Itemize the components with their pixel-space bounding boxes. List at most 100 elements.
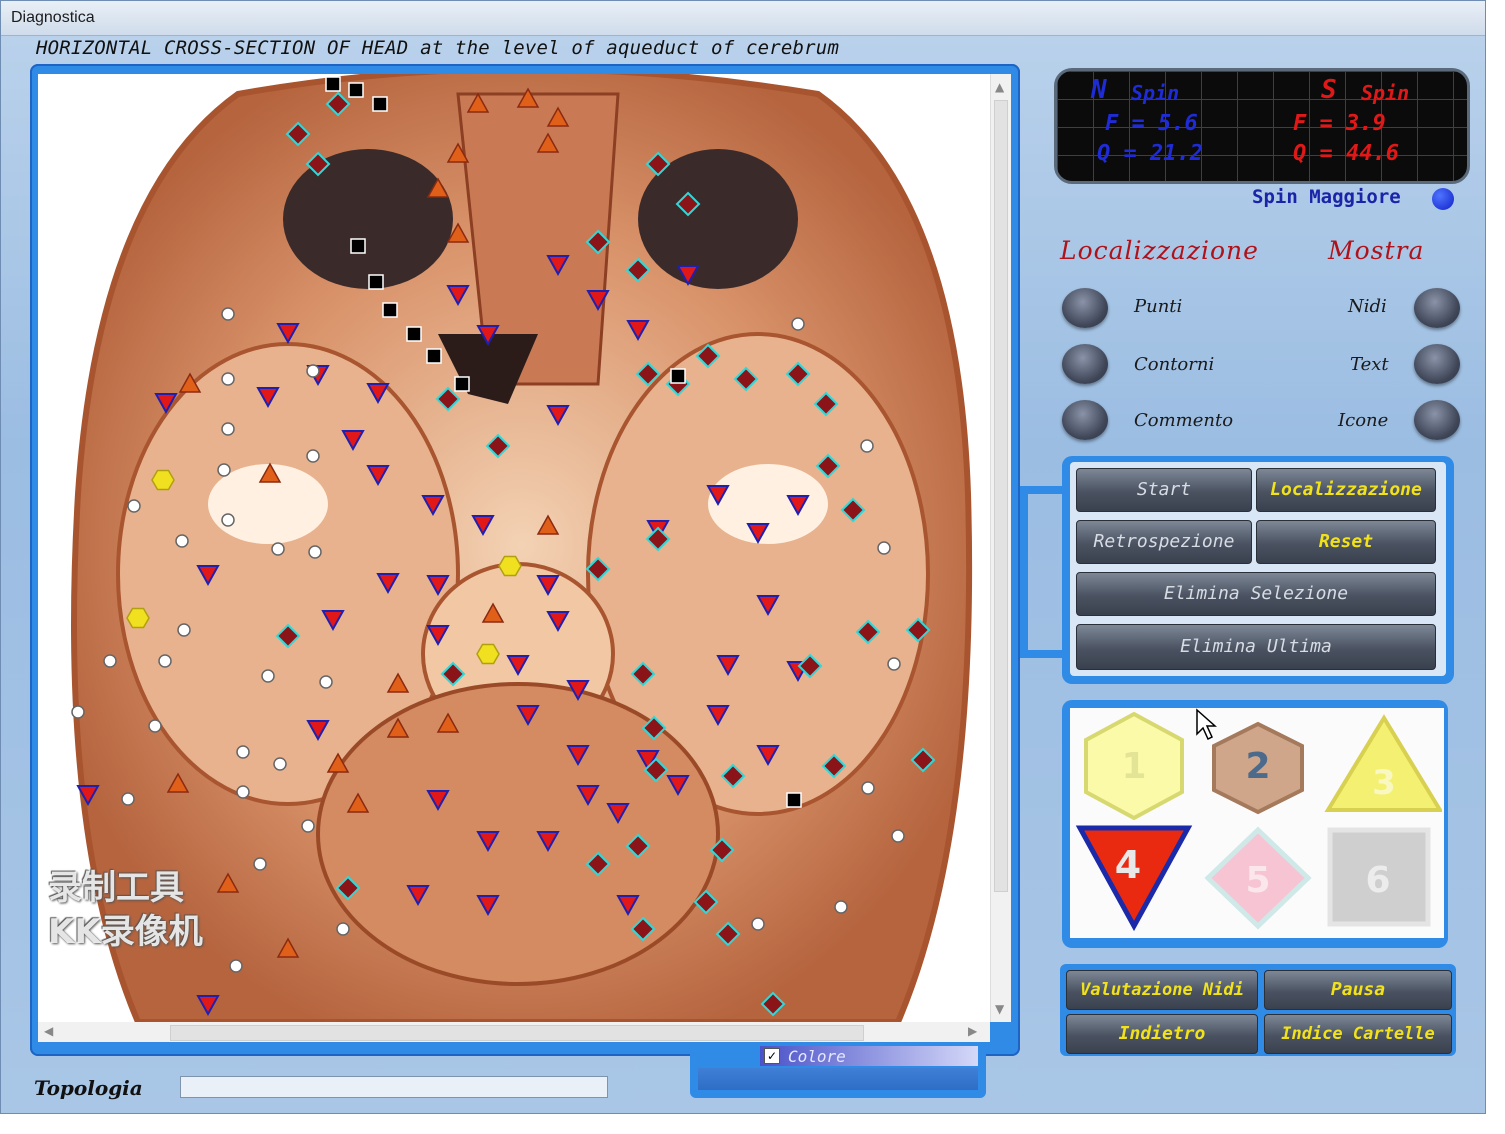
horizontal-scroll-thumb[interactable] — [170, 1025, 864, 1041]
scroll-down-arrow-icon[interactable]: ▼ — [995, 1002, 1004, 1016]
white-dot-marker — [877, 541, 891, 555]
white-dot-marker — [127, 499, 141, 513]
spin-maggiore-label: Spin Maggiore — [1252, 186, 1401, 208]
elimina-selezione-button[interactable]: Elimina Selezione — [1076, 572, 1436, 616]
elimina-ultima-button[interactable]: Elimina Ultima — [1076, 624, 1436, 670]
colore-label: Colore — [788, 1047, 846, 1066]
south-f-value: F = 3.9 — [1293, 111, 1386, 136]
spin-maggiore-indicator-icon — [1432, 188, 1454, 210]
watermark-line-1: 录制工具 — [48, 868, 184, 908]
white-dot-marker — [121, 792, 135, 806]
black-square-marker — [382, 302, 398, 318]
retrospezione-button[interactable]: Retrospezione — [1076, 520, 1252, 564]
window-title: Diagnostica — [11, 9, 95, 26]
text-toggle-icon[interactable] — [1414, 344, 1460, 384]
start-button[interactable]: Start — [1076, 468, 1252, 512]
south-q-value: Q = 44.6 — [1293, 141, 1399, 166]
yellow-hexagon-marker — [151, 469, 175, 491]
white-dot-marker — [834, 900, 848, 914]
white-dot-marker — [158, 654, 172, 668]
nidi-label: Nidi — [1348, 296, 1387, 317]
yellow-hexagon-marker — [476, 643, 500, 665]
reset-button[interactable]: Reset — [1256, 520, 1436, 564]
white-dot-marker — [148, 719, 162, 733]
icon-number-5: 5 — [1245, 860, 1270, 901]
punti-toggle-icon[interactable] — [1062, 288, 1108, 328]
colore-checkbox[interactable]: ✓ — [764, 1048, 780, 1064]
icone-toggle-icon[interactable] — [1414, 400, 1460, 440]
black-square-marker — [372, 96, 388, 112]
nidi-toggle-icon[interactable] — [1414, 288, 1460, 328]
white-dot-marker — [175, 534, 189, 548]
black-square-marker — [350, 238, 366, 254]
icon-number-1: 1 — [1121, 746, 1146, 787]
recorder-watermark: 录制工具 KK录像机 — [48, 866, 203, 954]
white-dot-marker — [271, 542, 285, 556]
white-dot-marker — [253, 857, 267, 871]
white-dot-marker — [236, 745, 250, 759]
pausa-button[interactable]: Pausa — [1264, 970, 1452, 1010]
white-dot-marker — [217, 463, 231, 477]
black-square-marker — [426, 348, 442, 364]
pink-diamond-icon[interactable]: 5 — [1198, 822, 1318, 932]
yellow-hexagon-marker — [126, 607, 150, 629]
white-dot-marker — [229, 959, 243, 973]
valutazione-nidi-button[interactable]: Valutazione Nidi — [1066, 970, 1258, 1010]
scroll-up-arrow-icon[interactable]: ▲ — [995, 80, 1004, 94]
white-dot-marker — [887, 657, 901, 671]
topologia-label: Topologia — [34, 1076, 143, 1100]
white-dot-marker — [71, 705, 85, 719]
black-square-marker — [454, 376, 470, 392]
icon-number-3: 3 — [1372, 763, 1396, 803]
red-triangle-icon[interactable]: 4 — [1074, 822, 1194, 932]
white-dot-marker — [221, 307, 235, 321]
left-eye-socket — [283, 149, 453, 289]
contorni-toggle-icon[interactable] — [1062, 344, 1108, 384]
scroll-right-arrow-icon[interactable]: ▶ — [968, 1024, 977, 1038]
black-square-marker — [325, 76, 341, 92]
scroll-left-arrow-icon[interactable]: ◀ — [44, 1024, 53, 1038]
south-spin-label: Spin — [1361, 81, 1410, 105]
topologia-field[interactable] — [180, 1076, 608, 1098]
colore-lower-bar — [698, 1068, 978, 1090]
black-square-marker — [348, 82, 364, 98]
contorni-label: Contorni — [1134, 354, 1215, 375]
white-dot-marker — [221, 422, 235, 436]
yellow-hexagon-icon[interactable]: 1 — [1074, 710, 1194, 820]
localizzazione-header: Localizzazione — [1060, 236, 1259, 265]
white-dot-marker — [261, 669, 275, 683]
mouse-cursor-icon — [1196, 708, 1217, 741]
yellow-triangle-icon[interactable]: 3 — [1322, 710, 1442, 820]
white-dot-marker — [221, 513, 235, 527]
white-dot-marker — [336, 922, 350, 936]
north-label: N — [1091, 75, 1107, 105]
gray-square-icon[interactable]: 6 — [1322, 822, 1442, 932]
watermark-line-2: KK录像机 — [48, 912, 203, 952]
image-heading: HORIZONTAL CROSS-SECTION OF HEAD at the … — [36, 37, 840, 59]
white-dot-marker — [273, 757, 287, 771]
white-dot-marker — [306, 364, 320, 378]
icon-number-2: 2 — [1245, 746, 1270, 787]
white-dot-marker — [103, 654, 117, 668]
commento-label: Commento — [1134, 410, 1234, 431]
vertical-scroll-thumb[interactable] — [994, 100, 1008, 892]
yellow-hexagon-marker — [498, 555, 522, 577]
south-label: S — [1321, 75, 1337, 105]
black-square-marker — [786, 792, 802, 808]
spin-display: N Spin F = 5.6 Q = 21.2 S Spin F = 3.9 Q… — [1054, 68, 1470, 184]
white-dot-marker — [236, 785, 250, 799]
white-dot-marker — [177, 623, 191, 637]
north-q-value: Q = 21.2 — [1097, 141, 1203, 166]
black-square-marker — [406, 326, 422, 342]
white-dot-marker — [860, 439, 874, 453]
indietro-button[interactable]: Indietro — [1066, 1014, 1258, 1054]
commento-toggle-icon[interactable] — [1062, 400, 1108, 440]
black-square-marker — [670, 368, 686, 384]
white-dot-marker — [301, 819, 315, 833]
north-f-value: F = 5.6 — [1105, 111, 1198, 136]
indice-cartelle-button[interactable]: Indice Cartelle — [1264, 1014, 1452, 1054]
white-dot-marker — [221, 372, 235, 386]
text-label: Text — [1350, 354, 1389, 375]
localizzazione-button[interactable]: Localizzazione — [1256, 468, 1436, 512]
panel-connector-side — [1020, 486, 1028, 658]
